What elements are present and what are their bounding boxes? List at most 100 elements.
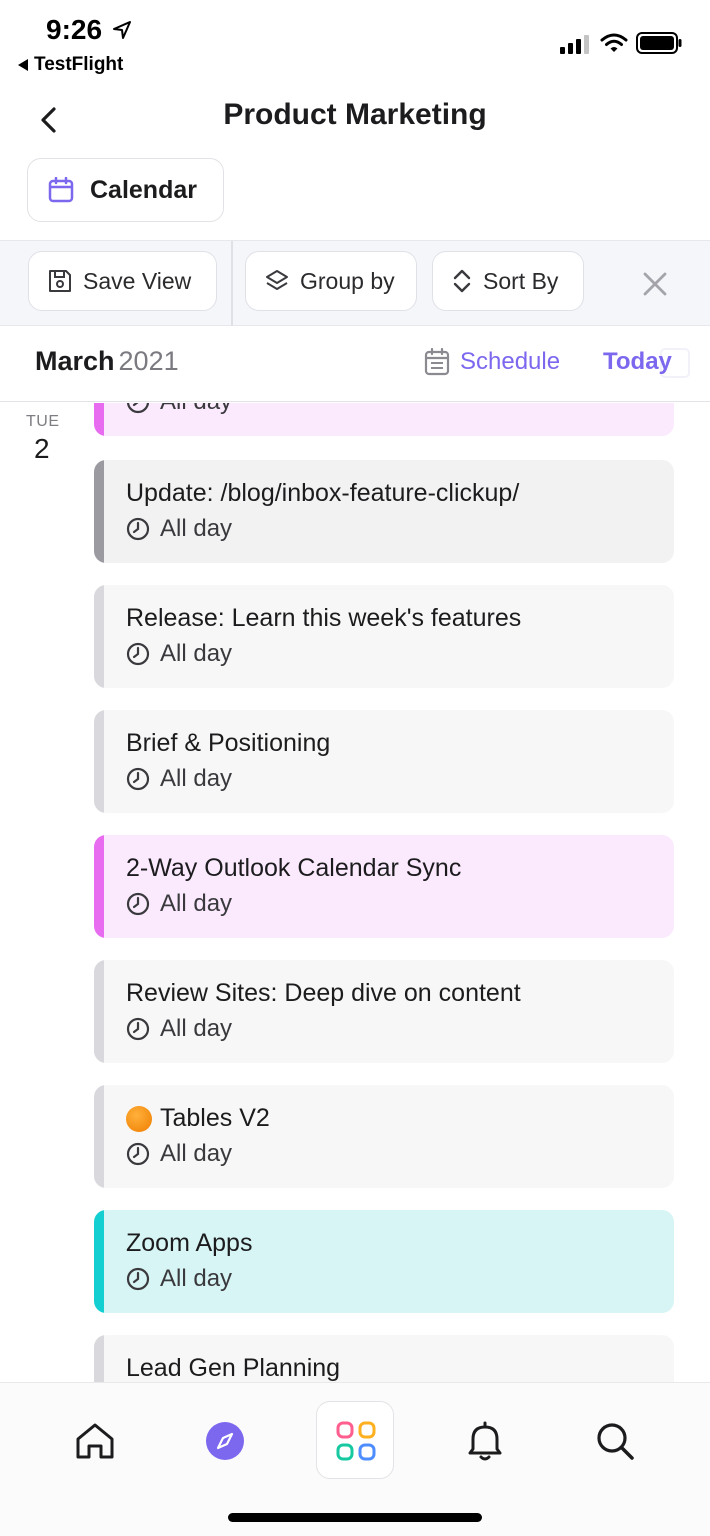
task-card[interactable]: Tables V2 All day [94,1085,674,1188]
task-time-text: All day [160,1265,233,1292]
task-title: Lead Gen Planning [126,1354,340,1383]
task-time: All day [126,1015,232,1043]
task-time-text: All day [160,403,232,416]
home-indicator [228,1513,482,1522]
task-time: All day [126,515,232,543]
view-selector-button[interactable]: Calendar [27,158,224,222]
save-view-button[interactable]: Save View [28,251,217,311]
group-by-button[interactable]: Group by [245,251,417,311]
task-title-text: Tables V2 [160,1104,270,1132]
group-by-label: Group by [300,267,395,294]
calendar-icon [48,177,74,203]
task-title: 2-Way Outlook Calendar Sync [126,854,461,883]
clock-icon [126,403,150,414]
page-title: Product Marketing [223,98,487,131]
schedule-list-icon [424,348,450,376]
task-time: All day [126,640,232,668]
status-time: 9:26 [46,14,103,45]
clock-icon [126,892,150,916]
task-color-bar [94,1085,104,1188]
task-color-bar [94,460,104,563]
task-time: All day [126,403,232,416]
bell-icon[interactable] [463,1419,507,1463]
task-title-text: 2-Way Outlook Calendar Sync [126,854,462,882]
toolbar-divider [231,241,233,327]
orange-circle-emoji-icon [126,1105,152,1132]
task-title: Brief & Positioning [126,729,330,758]
task-card[interactable]: 2-Way Outlook Calendar Sync All day [94,835,674,938]
task-title-text: Review Sites: Deep dive on content [126,979,521,1007]
task-color-bar [94,403,104,436]
floppy-disk-icon [49,270,71,292]
clock-icon [126,642,150,666]
day-weekday: TUE [26,413,60,430]
layers-icon [266,270,288,290]
task-time-text: All day [160,1140,233,1167]
cellular-signal-icon [560,35,589,54]
task-time: All day [126,1265,232,1293]
task-card[interactable]: Review Sites: Deep dive on content All da… [94,960,674,1063]
clock-icon [126,1142,150,1166]
task-card[interactable]: Brief & Positioning All day [94,710,674,813]
month-year: 2021 [118,346,179,376]
task-title: Tables V2 [126,1104,270,1133]
task-card[interactable]: Update: /blog/inbox-feature-clickup/All … [94,460,674,563]
close-icon[interactable] [640,269,670,299]
clock-icon [126,767,150,791]
back-triangle-icon [18,59,28,71]
task-color-bar [94,585,104,688]
task-time-text: All day [160,640,233,667]
task-title-text: Brief & Positioning [126,729,331,757]
day-number: 2 [34,433,50,464]
sort-by-label: Sort By [483,267,559,294]
task-color-bar [94,835,104,938]
clock-icon [126,1017,150,1041]
task-title-text: Lead Gen Planning [126,1354,341,1382]
schedule-label: Schedule [460,348,561,375]
task-card[interactable]: Release: Learn this week's features All d… [94,585,674,688]
wifi-icon [600,33,628,52]
view-selector-label: Calendar [90,175,197,204]
task-card[interactable]: Zoom Apps All day [94,1210,674,1313]
status-bar: 9:26 TestFlight [0,0,710,80]
schedule-list: TUE 2 All dayUpdate: /blog/inbox-feature… [0,403,710,1383]
month-name: March [35,346,115,376]
task-title-text: Release: Learn this week's features [126,604,522,632]
task-card[interactable]: Lead Gen Planning [94,1335,674,1383]
task-title: Review Sites: Deep dive on content [126,979,521,1008]
home-icon[interactable] [73,1419,117,1463]
task-color-bar [94,1210,104,1313]
task-time-text: All day [160,890,233,917]
task-time-text: All day [160,515,233,542]
task-title-text: Update: /blog/inbox-feature-clickup/ [126,479,520,507]
apps-grid-icon [336,1421,376,1461]
task-title-text: Zoom Apps [126,1229,253,1257]
task-title: Zoom Apps [126,1229,252,1258]
task-color-bar [94,1335,104,1383]
location-arrow-icon [113,21,131,39]
month-label: March 2021 [35,346,179,377]
search-icon[interactable] [593,1419,637,1463]
task-title: Release: Learn this week's features [126,604,521,633]
sort-by-button[interactable]: Sort By [432,251,584,311]
apps-grid-button[interactable] [316,1401,394,1479]
compass-icon[interactable] [203,1419,247,1463]
back-to-app-link[interactable]: TestFlight [18,54,123,76]
clock-icon [126,517,150,541]
back-app-label: TestFlight [34,54,124,75]
task-card[interactable]: All day [94,403,674,436]
task-time-text: All day [160,765,233,792]
battery-icon [636,32,682,54]
task-time-text: All day [160,1015,233,1042]
schedule-button[interactable]: Schedule [424,348,560,376]
task-color-bar [94,710,104,813]
today-button[interactable]: Today [603,348,672,376]
calendar-month-header: March 2021 Schedule Today [0,326,710,402]
bottom-tab-bar [0,1382,710,1536]
sort-chevrons-icon [453,269,471,293]
save-view-label: Save View [83,267,192,294]
clock-icon [126,1267,150,1291]
task-time: All day [126,1140,232,1168]
task-time: All day [126,890,232,918]
task-time: All day [126,765,232,793]
